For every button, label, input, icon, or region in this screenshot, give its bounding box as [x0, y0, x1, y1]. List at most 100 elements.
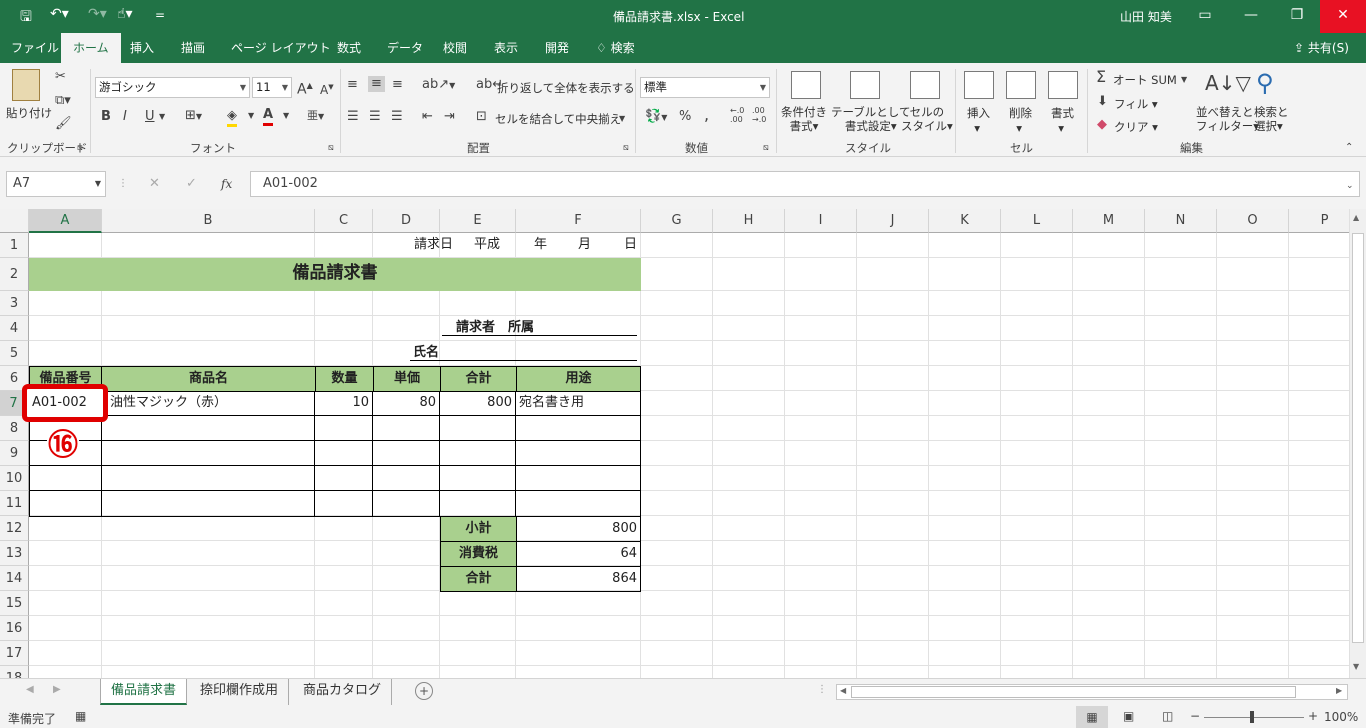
page-break-view-icon[interactable]: ◫ [1162, 709, 1173, 723]
fill-color-icon[interactable]: ◈ [227, 108, 237, 127]
sheet-tab[interactable]: 捺印欄作成用 [190, 679, 290, 705]
subtotal-value[interactable]: 800 [516, 516, 641, 542]
column-header-n[interactable]: N [1145, 209, 1217, 233]
format-cells-button[interactable]: 書式 ▾ [1051, 105, 1074, 135]
qty-cell[interactable]: 10 [315, 391, 372, 415]
prev-sheet-icon[interactable]: ◀ [26, 684, 34, 695]
paste-icon[interactable] [12, 69, 40, 101]
tab-file[interactable]: ファイル [11, 33, 59, 63]
macro-record-icon[interactable]: ▦ [75, 709, 86, 723]
tax-value[interactable]: 64 [516, 541, 641, 567]
font-size-select[interactable]: 11 ▼ [252, 77, 292, 98]
collapse-ribbon-icon[interactable]: ⌃ [1345, 140, 1353, 156]
tab-draw[interactable]: 描画 [181, 33, 205, 63]
save-icon[interactable]: 🖫 [20, 6, 32, 30]
align-left-icon[interactable]: ☰ [347, 109, 359, 125]
border-icon[interactable]: ⊞▼ [185, 108, 202, 125]
worksheet-grid[interactable]: A B C D E F G H I J K L M N O P 1 2 3 4 … [0, 209, 1349, 678]
underline-button[interactable]: U [145, 109, 155, 125]
row-header[interactable]: 13 [0, 541, 29, 566]
redo-icon[interactable]: ↷▾ [88, 6, 107, 22]
user-name[interactable]: 山田 知美 [1120, 8, 1172, 25]
enter-icon[interactable]: ✓ [186, 176, 197, 192]
row-header[interactable]: 12 [0, 516, 29, 541]
zoom-level[interactable]: 100% [1324, 710, 1358, 724]
currency-icon[interactable]: 💱▼ [645, 109, 667, 126]
cut-icon[interactable]: ✂ [55, 69, 66, 85]
format-as-table-button[interactable]: テーブルとして 書式設定▾ [831, 105, 910, 133]
row-header[interactable]: 4 [0, 316, 29, 341]
restore-button[interactable]: ❐ [1274, 0, 1320, 33]
touch-mode-icon[interactable]: ☝▾ [117, 6, 133, 22]
delete-cells-icon[interactable] [1006, 71, 1036, 99]
column-header-k[interactable]: K [929, 209, 1001, 233]
close-button[interactable]: ✕ [1320, 0, 1366, 33]
tab-view[interactable]: 表示 [494, 33, 518, 63]
next-sheet-icon[interactable]: ▶ [53, 684, 61, 695]
item-name-cell[interactable]: 油性マジック（赤） [110, 391, 227, 415]
font-name-select[interactable]: 游ゴシック ▼ [95, 77, 250, 98]
insert-cells-icon[interactable] [964, 71, 994, 99]
total-cell[interactable]: 800 [440, 391, 515, 415]
tab-formulas[interactable]: 数式 [337, 33, 361, 63]
tab-data[interactable]: データ [387, 33, 423, 63]
align-middle-icon[interactable]: ≡ [368, 76, 385, 92]
qat-customize-icon[interactable]: = [155, 8, 165, 22]
insert-cells-button[interactable]: 挿入 ▾ [967, 105, 990, 135]
sort-filter-button[interactable]: 並べ替えと フィルター▾ [1196, 105, 1259, 133]
formula-input[interactable]: A01-002 [250, 171, 1360, 197]
h-scroll-thumb[interactable] [851, 686, 1296, 698]
format-painter-icon[interactable]: 🖌 [55, 116, 72, 132]
bold-button[interactable]: B [101, 109, 111, 125]
column-header-g[interactable]: G [641, 209, 713, 233]
horizontal-scrollbar[interactable]: ◀ ▶ [836, 684, 1348, 700]
insert-function-icon[interactable]: fx [221, 176, 232, 192]
select-all-corner[interactable] [0, 209, 29, 233]
expand-formula-icon[interactable]: ⌄ [1346, 178, 1354, 194]
scroll-right-icon[interactable]: ▶ [1336, 686, 1342, 695]
clear-button[interactable]: クリア ▾ [1114, 119, 1158, 135]
sort-filter-icon[interactable]: A↓▽ [1205, 71, 1251, 95]
increase-decimal-icon[interactable]: ←.0 .00 [730, 106, 746, 124]
comma-button[interactable]: , [704, 107, 709, 123]
price-cell[interactable]: 80 [373, 391, 439, 415]
fill-icon[interactable]: ⬇ [1097, 94, 1108, 110]
row-header[interactable]: 2 [0, 258, 29, 291]
orientation-icon[interactable]: ab↗▼ [422, 77, 455, 94]
clipboard-launcher-icon[interactable]: ⧅ [77, 140, 83, 156]
row-header[interactable]: 17 [0, 641, 29, 666]
tab-page-layout[interactable]: ページ レイアウト [231, 33, 331, 63]
row-header[interactable]: 11 [0, 491, 29, 516]
scroll-thumb[interactable] [1352, 233, 1364, 643]
zoom-slider-thumb[interactable] [1250, 711, 1254, 723]
align-right-icon[interactable]: ☰ [391, 109, 403, 125]
page-layout-view-icon[interactable]: ▣ [1123, 709, 1134, 723]
scroll-down-icon[interactable]: ▼ [1353, 662, 1359, 671]
merge-dropdown-icon[interactable]: ▼ [619, 111, 625, 127]
scroll-left-icon[interactable]: ◀ [840, 686, 846, 695]
row-header[interactable]: 15 [0, 591, 29, 616]
sigma-icon[interactable]: Σ [1096, 69, 1106, 85]
column-header-m[interactable]: M [1073, 209, 1145, 233]
column-header-a[interactable]: A [29, 209, 102, 233]
copy-icon[interactable]: ⧉▾ [55, 93, 71, 109]
align-center-icon[interactable]: ☰ [369, 109, 381, 125]
undo-icon[interactable]: ↶▾ [50, 6, 69, 22]
column-header-f[interactable]: F [516, 209, 641, 233]
row-header[interactable]: 3 [0, 291, 29, 316]
column-header-h[interactable]: H [713, 209, 785, 233]
cell-styles-icon[interactable] [910, 71, 940, 99]
shrink-font-icon[interactable]: A▼ [320, 79, 334, 98]
merge-center-button[interactable]: セルを結合して中央揃え [495, 111, 621, 127]
share-button[interactable]: ⇪ 共有(S) [1294, 33, 1349, 63]
tell-me-search[interactable]: ♢ 検索 [596, 33, 635, 63]
new-sheet-icon[interactable]: + [415, 682, 433, 700]
column-header-j[interactable]: J [857, 209, 929, 233]
row-header[interactable]: 9 [0, 441, 29, 466]
column-header-d[interactable]: D [373, 209, 440, 233]
font-launcher-icon[interactable]: ⧅ [328, 140, 334, 156]
find-icon[interactable]: ⚲ [1256, 69, 1274, 97]
sheet-tab[interactable]: 備品請求書 [100, 679, 188, 705]
eraser-icon[interactable]: ◆ [1097, 117, 1107, 133]
use-cell[interactable]: 宛名書き用 [519, 391, 584, 415]
